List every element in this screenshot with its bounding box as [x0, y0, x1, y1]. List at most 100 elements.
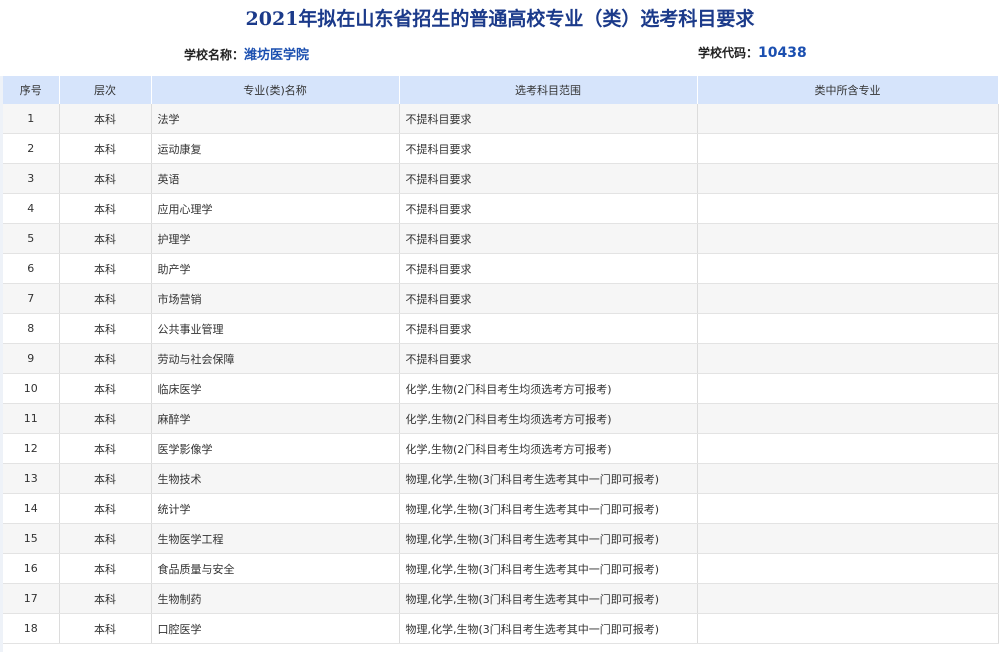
major-name-cell: 劳动与社会保障: [151, 343, 400, 374]
included-majors-cell: [697, 493, 999, 524]
table-row: 3 本科 英语 不提科目要求: [3, 163, 999, 194]
subject-requirement-cell: 不提科目要求: [399, 163, 698, 194]
included-majors-cell: [697, 163, 999, 194]
major-name-cell: 英语: [151, 163, 400, 194]
row-number-cell: 16: [3, 553, 60, 584]
included-majors-cell: [697, 583, 999, 614]
table-row: 4 本科 应用心理学 不提科目要求: [3, 193, 999, 224]
table-row: 14 本科 统计学 物理,化学,生物(3门科目考生选考其中一门即可报考): [3, 493, 999, 524]
row-number-cell: 7: [3, 283, 60, 314]
column-header-no: 序号: [3, 76, 60, 104]
row-number-cell: 11: [3, 403, 60, 434]
major-name-cell: 食品质量与安全: [151, 553, 400, 584]
major-name-cell: 应用心理学: [151, 193, 400, 224]
included-majors-cell: [697, 133, 999, 164]
table-row: 1 本科 法学 不提科目要求: [3, 104, 999, 134]
level-cell: 本科: [59, 283, 152, 314]
subject-requirement-cell: 化学,生物(2门科目考生均须选考方可报考): [399, 373, 698, 404]
subject-requirement-cell: 不提科目要求: [399, 223, 698, 254]
table-row: 5 本科 护理学 不提科目要求: [3, 223, 999, 254]
subject-requirement-cell: 不提科目要求: [399, 343, 698, 374]
included-majors-cell: [697, 523, 999, 554]
subject-requirement-cell: 物理,化学,生物(3门科目考生选考其中一门即可报考): [399, 523, 698, 554]
level-cell: 本科: [59, 223, 152, 254]
table-row: 18 本科 口腔医学 物理,化学,生物(3门科目考生选考其中一门即可报考): [3, 613, 999, 644]
table-row: 17 本科 生物制药 物理,化学,生物(3门科目考生选考其中一门即可报考): [3, 583, 999, 614]
included-majors-cell: [697, 463, 999, 494]
included-majors-cell: [697, 193, 999, 224]
major-name-cell: 生物制药: [151, 583, 400, 614]
level-cell: 本科: [59, 193, 152, 224]
table-row: 8 本科 公共事业管理 不提科目要求: [3, 313, 999, 344]
row-number-cell: 10: [3, 373, 60, 404]
included-majors-cell: [697, 104, 999, 134]
table-row: 12 本科 医学影像学 化学,生物(2门科目考生均须选考方可报考): [3, 433, 999, 464]
school-code-label: 学校代码：: [698, 46, 759, 60]
included-majors-cell: [697, 553, 999, 584]
row-number-cell: 2: [3, 133, 60, 164]
subject-requirement-cell: 不提科目要求: [399, 133, 698, 164]
included-majors-cell: [697, 253, 999, 284]
subject-requirement-cell: 物理,化学,生物(3门科目考生选考其中一门即可报考): [399, 613, 698, 644]
level-cell: 本科: [59, 523, 152, 554]
level-cell: 本科: [59, 133, 152, 164]
table-body: 1 本科 法学 不提科目要求 2 本科 运动康复 不提科目要求 3 本科 英语 不提科目要求 4 本科 应用…: [3, 104, 999, 644]
row-number-cell: 5: [3, 223, 60, 254]
table-row: 13 本科 生物技术 物理,化学,生物(3门科目考生选考其中一门即可报考): [3, 463, 999, 494]
major-name-cell: 市场营销: [151, 283, 400, 314]
row-number-cell: 15: [3, 523, 60, 554]
school-name-value: 潍坊医学院: [244, 48, 310, 63]
major-name-cell: 生物技术: [151, 463, 400, 494]
included-majors-cell: [697, 223, 999, 254]
column-header-included: 类中所含专业: [697, 76, 999, 104]
subject-requirement-cell: 物理,化学,生物(3门科目考生选考其中一门即可报考): [399, 583, 698, 614]
table-header-row: 序号 层次 专业(类)名称 选考科目范围 类中所含专业: [3, 76, 999, 104]
level-cell: 本科: [59, 493, 152, 524]
level-cell: 本科: [59, 433, 152, 464]
column-header-subjects: 选考科目范围: [399, 76, 698, 104]
school-name-label: 学校名称：: [184, 48, 245, 62]
level-cell: 本科: [59, 253, 152, 284]
level-cell: 本科: [59, 553, 152, 584]
level-cell: 本科: [59, 403, 152, 434]
major-name-cell: 临床医学: [151, 373, 400, 404]
level-cell: 本科: [59, 613, 152, 644]
major-name-cell: 法学: [151, 104, 400, 134]
level-cell: 本科: [59, 373, 152, 404]
table-row: 15 本科 生物医学工程 物理,化学,生物(3门科目考生选考其中一门即可报考): [3, 523, 999, 554]
included-majors-cell: [697, 433, 999, 464]
level-cell: 本科: [59, 163, 152, 194]
row-number-cell: 18: [3, 613, 60, 644]
subject-requirement-cell: 化学,生物(2门科目考生均须选考方可报考): [399, 403, 698, 434]
included-majors-cell: [697, 613, 999, 644]
subject-requirement-cell: 不提科目要求: [399, 253, 698, 284]
major-name-cell: 生物医学工程: [151, 523, 400, 554]
subject-requirement-cell: 不提科目要求: [399, 193, 698, 224]
row-number-cell: 3: [3, 163, 60, 194]
table-row: 2 本科 运动康复 不提科目要求: [3, 133, 999, 164]
row-number-cell: 8: [3, 313, 60, 344]
level-cell: 本科: [59, 463, 152, 494]
row-number-cell: 17: [3, 583, 60, 614]
major-name-cell: 助产学: [151, 253, 400, 284]
subject-requirement-cell: 物理,化学,生物(3门科目考生选考其中一门即可报考): [399, 553, 698, 584]
subject-requirement-cell: 不提科目要求: [399, 313, 698, 344]
table-row: 16 本科 食品质量与安全 物理,化学,生物(3门科目考生选考其中一门即可报考): [3, 553, 999, 584]
level-cell: 本科: [59, 583, 152, 614]
included-majors-cell: [697, 403, 999, 434]
subject-requirement-cell: 不提科目要求: [399, 283, 698, 314]
subject-requirement-cell: 化学,生物(2门科目考生均须选考方可报考): [399, 433, 698, 464]
table-row: 11 本科 麻醉学 化学,生物(2门科目考生均须选考方可报考): [3, 403, 999, 434]
subject-requirement-cell: 不提科目要求: [399, 104, 698, 134]
row-number-cell: 6: [3, 253, 60, 284]
major-name-cell: 护理学: [151, 223, 400, 254]
included-majors-cell: [697, 373, 999, 404]
school-code-info: 学校代码：10438: [698, 44, 807, 61]
school-code-value: 10438: [758, 45, 807, 61]
level-cell: 本科: [59, 313, 152, 344]
table-row: 9 本科 劳动与社会保障 不提科目要求: [3, 343, 999, 374]
page-title: 2021年拟在山东省招生的普通高校专业（类）选考科目要求: [245, 8, 755, 30]
row-number-cell: 9: [3, 343, 60, 374]
column-header-major: 专业(类)名称: [151, 76, 400, 104]
major-name-cell: 统计学: [151, 493, 400, 524]
